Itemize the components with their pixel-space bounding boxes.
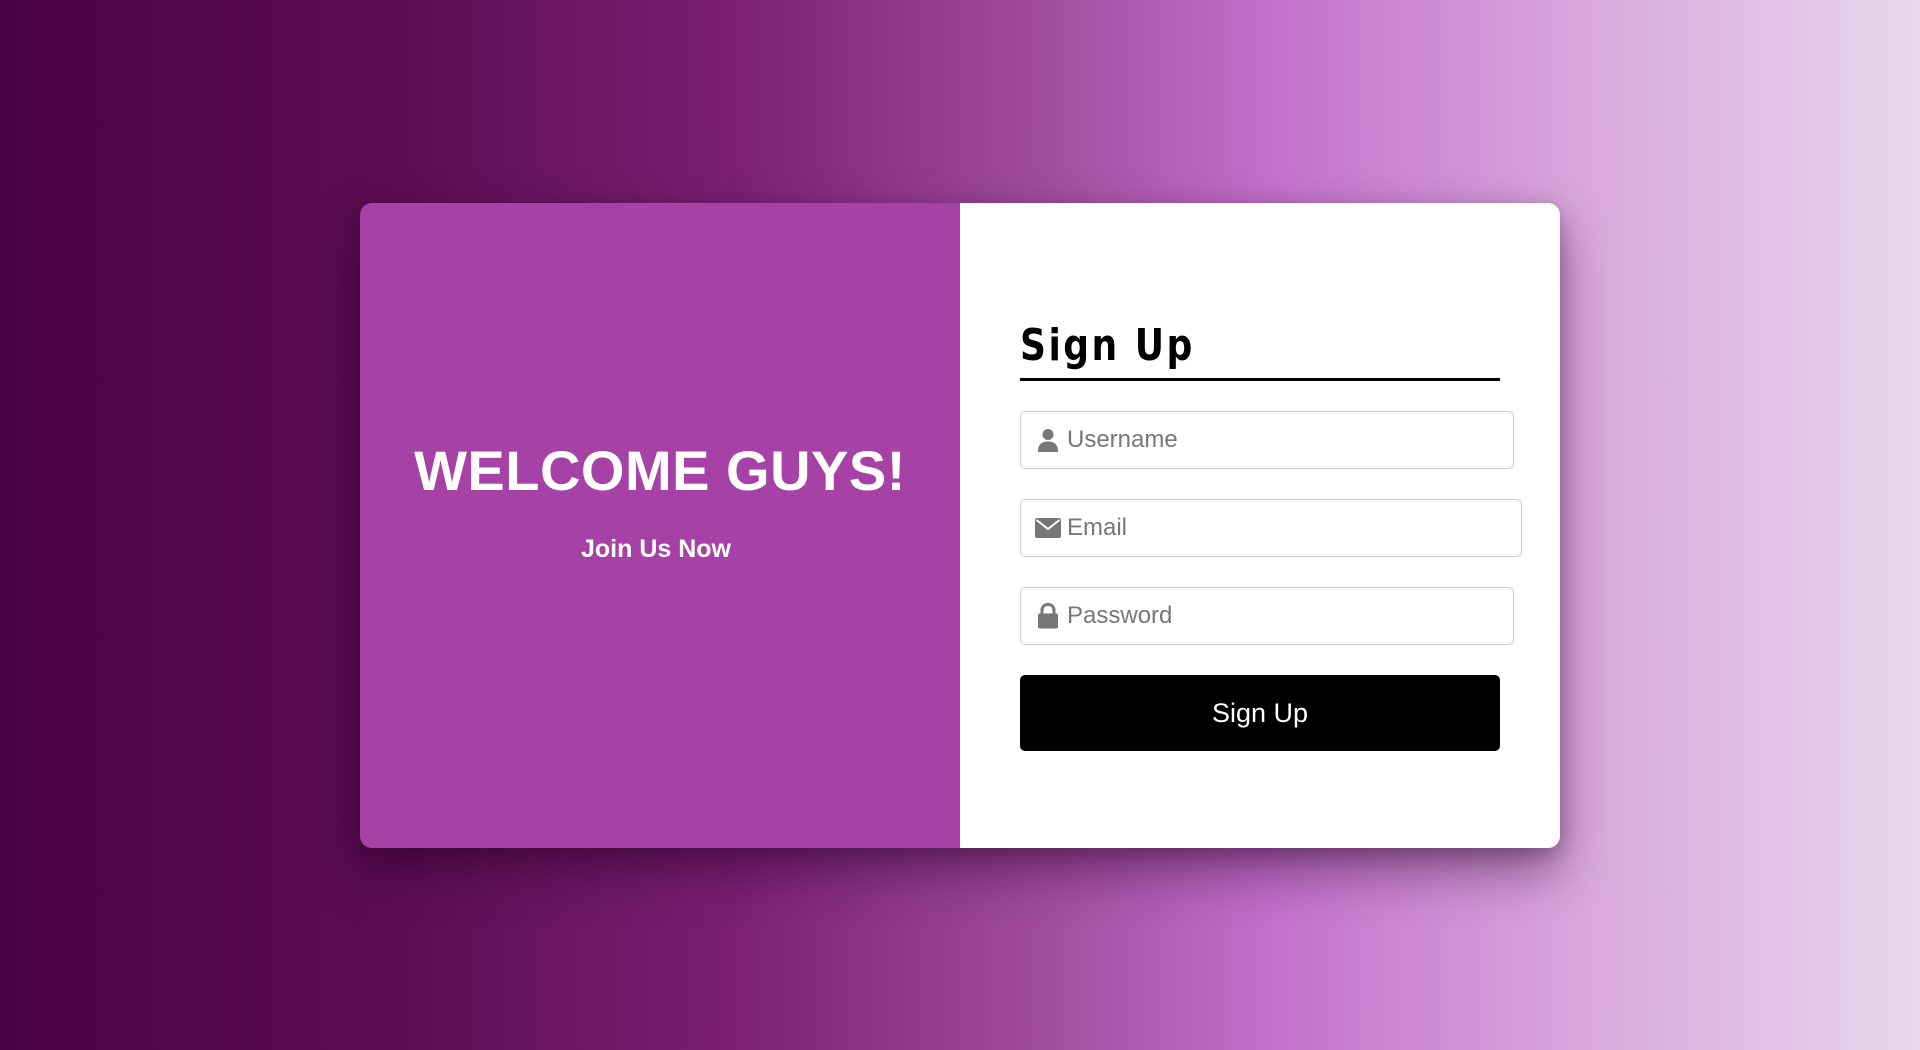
welcome-subtitle: Join Us Now — [580, 534, 731, 563]
password-field[interactable] — [1020, 587, 1514, 645]
lock-icon — [1035, 603, 1061, 629]
email-input[interactable] — [1067, 500, 1487, 556]
username-field[interactable] — [1020, 411, 1514, 469]
user-icon — [1035, 427, 1061, 453]
sign-up-button[interactable]: Sign Up — [1020, 675, 1500, 751]
password-input[interactable] — [1067, 588, 1487, 644]
signup-form: Sign Up Username Email Sign Up — [1020, 320, 1522, 751]
email-field[interactable] — [1020, 499, 1522, 557]
signup-card: WELCOME GUYS! Join Us Now Sign Up Userna… — [360, 203, 1560, 848]
username-input[interactable] — [1067, 412, 1487, 468]
envelope-icon — [1035, 515, 1061, 541]
form-title: Sign Up — [1020, 320, 1195, 371]
welcome-panel: WELCOME GUYS! Join Us Now — [360, 203, 960, 848]
welcome-title: WELCOME GUYS! — [414, 438, 906, 502]
title-underline — [1020, 378, 1500, 381]
form-panel: Sign Up Username Email Sign Up — [960, 203, 1560, 848]
